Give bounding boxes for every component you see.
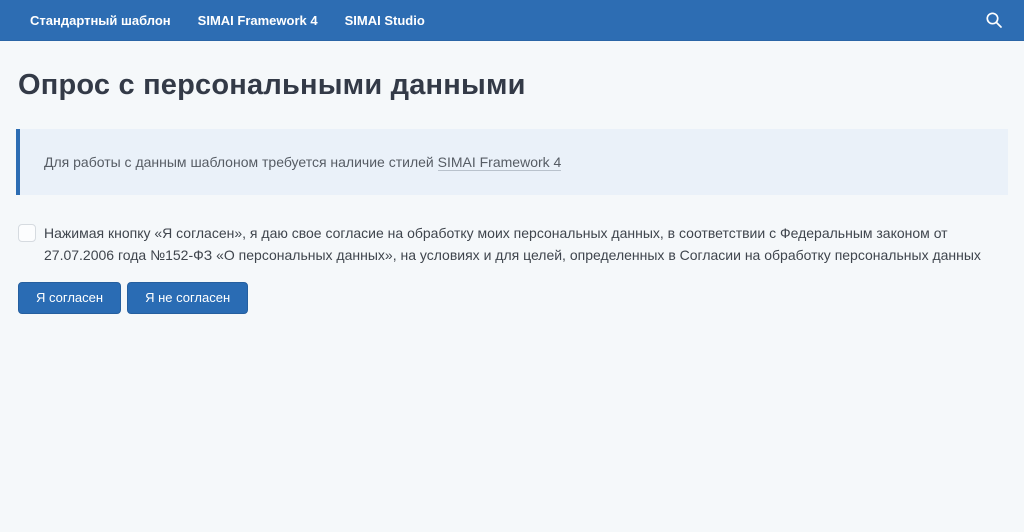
consent-buttons: Я согласен Я не согласен [18, 282, 1006, 314]
nav-item-simai-studio[interactable]: SIMAI Studio [345, 13, 425, 28]
consent-checkbox[interactable] [18, 224, 36, 242]
nav-item-simai-framework[interactable]: SIMAI Framework 4 [198, 13, 318, 28]
top-navbar: Стандартный шаблон SIMAI Framework 4 SIM… [0, 0, 1024, 41]
consent-text: Нажимая кнопку «Я согласен», я даю свое … [44, 222, 1006, 266]
agree-button[interactable]: Я согласен [18, 282, 121, 314]
search-button[interactable] [982, 8, 1006, 32]
search-icon [985, 11, 1003, 29]
notice-text: Для работы с данным шаблоном требуется н… [44, 154, 438, 170]
framework-notice: Для работы с данным шаблоном требуется н… [16, 129, 1008, 195]
disagree-button[interactable]: Я не согласен [127, 282, 248, 314]
page-title: Опрос с персональными данными [18, 68, 1006, 102]
consent-row: Нажимая кнопку «Я согласен», я даю свое … [18, 222, 1006, 266]
simai-framework-link[interactable]: SIMAI Framework 4 [438, 154, 562, 171]
nav-item-standard-template[interactable]: Стандартный шаблон [30, 13, 171, 28]
